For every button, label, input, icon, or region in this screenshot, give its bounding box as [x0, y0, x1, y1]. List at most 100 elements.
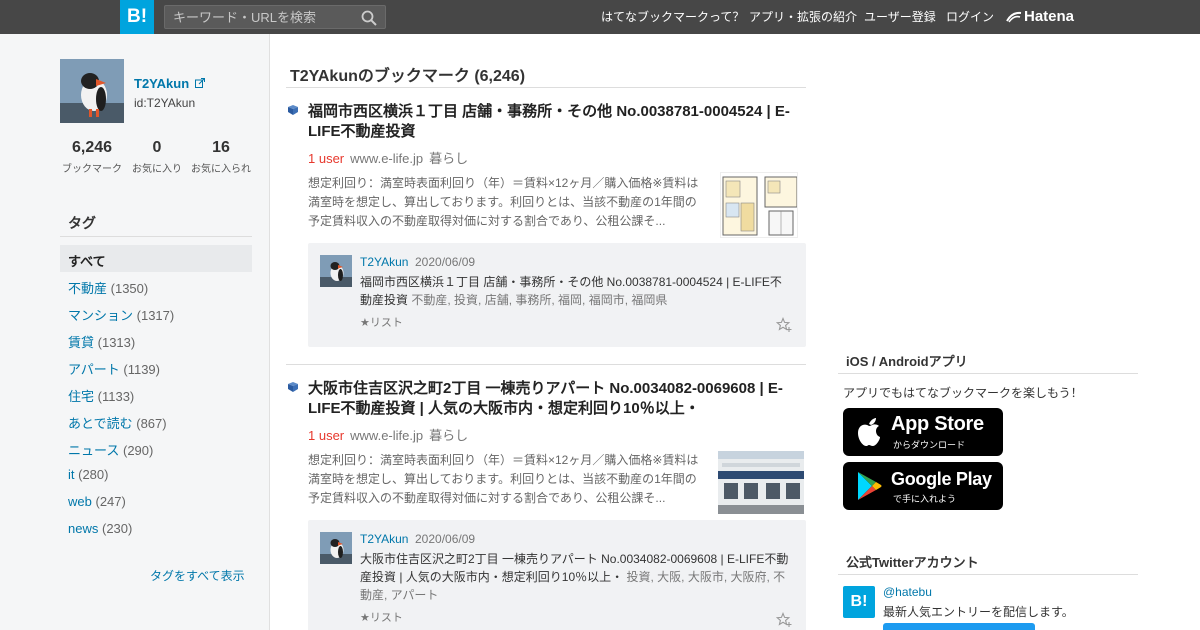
hatebu-logo[interactable]: B!	[843, 586, 875, 618]
tag-name: アパート	[68, 362, 120, 377]
search-input[interactable]	[165, 6, 355, 28]
tag-item[interactable]: マンション (1317)	[68, 305, 174, 324]
comment-date[interactable]: 2020/06/09	[415, 532, 475, 546]
left-sidebar: T2YAkun id:T2YAkun 6,246 ブックマーク 0 お気に入り …	[0, 34, 270, 630]
tag-item[interactable]: news (230)	[68, 521, 132, 536]
search-icon[interactable]	[361, 10, 377, 26]
entry-users[interactable]: 1 user	[308, 151, 344, 166]
nav-login[interactable]: ログイン	[946, 0, 994, 34]
hatena-swoosh-icon	[1006, 11, 1022, 23]
tag-count: (280)	[78, 467, 109, 482]
comment-user[interactable]: T2YAkun	[360, 532, 408, 546]
twitter-divider	[838, 574, 1138, 575]
puffin-avatar-icon	[60, 59, 124, 123]
stat-bookmarks[interactable]: 6,246 ブックマーク	[57, 139, 127, 175]
apple-icon	[858, 418, 880, 446]
external-link-icon	[194, 78, 205, 88]
tag-item[interactable]: あとで読む (867)	[68, 413, 167, 432]
site-favicon-icon	[288, 105, 298, 115]
comment-list-link[interactable]: ★リスト	[360, 609, 403, 625]
title-divider	[286, 87, 806, 88]
tag-count: (1133)	[97, 389, 135, 404]
nav-about[interactable]: はてなブックマークって？	[601, 0, 744, 34]
entry-thumbnail[interactable]	[720, 172, 798, 238]
profile-avatar[interactable]	[60, 59, 124, 123]
entry-title[interactable]: 福岡市西区横浜１丁目 店舗・事務所・その他 No.0038781-0004524…	[308, 102, 798, 142]
entry-divider	[286, 364, 806, 365]
stat-followers-label: お気に入られ	[191, 164, 251, 175]
tag-name: news	[68, 521, 99, 536]
entry-domain[interactable]: www.e-life.jp	[350, 151, 423, 166]
apps-divider	[838, 373, 1138, 374]
tag-name: マンション	[68, 308, 134, 323]
entry-description: 想定利回り：満室時表面利回り（年）＝賃料×12ヶ月／購入価格※賃料は満室時を想定…	[308, 453, 699, 505]
tag-item[interactable]: ニュース (290)	[68, 440, 153, 459]
stat-bookmarks-num: 6,246	[71, 139, 113, 156]
entry-description: 想定利回り：満室時表面利回り（年）＝賃料×12ヶ月／購入価格※賃料は満室時を想定…	[308, 176, 699, 228]
nav-apps[interactable]: アプリ・拡張の紹介	[749, 0, 857, 34]
tag-name: 賃貸	[68, 335, 95, 350]
nav-register[interactable]: ユーザー登録	[864, 0, 936, 34]
page-title: T2YAkunのブックマーク (6,246)	[290, 68, 526, 85]
tag-all[interactable]: すべて	[60, 245, 252, 272]
google-play-title: Google Play	[891, 469, 992, 489]
comment-user[interactable]: T2YAkun	[360, 255, 408, 269]
tag-count: (230)	[101, 521, 133, 536]
profile-id: id:T2YAkun	[134, 96, 196, 110]
tag-item[interactable]: web (247)	[68, 494, 126, 509]
apps-text: アプリでもはてなブックマークを楽しもう！	[843, 386, 1083, 400]
stat-bookmarks-label: ブックマーク	[62, 164, 122, 175]
stat-followers[interactable]: 16 お気に入られ	[186, 139, 256, 175]
entry-domain[interactable]: www.e-life.jp	[350, 428, 423, 443]
entry-meta: 1 user www.e-life.jp 暮らし	[308, 425, 468, 444]
tag-item[interactable]: アパート (1139)	[68, 359, 160, 378]
entry-thumbnail[interactable]	[718, 451, 804, 514]
search-box	[164, 5, 386, 29]
comment-list-link[interactable]: ★リスト	[360, 314, 403, 330]
tag-name: 住宅	[68, 389, 95, 404]
comment-tags[interactable]: 不動産, 投資, 店舗, 事務所, 福岡, 福岡市, 福岡県	[411, 293, 667, 307]
entry-category[interactable]: 暮らし	[429, 428, 468, 443]
twitter-handle[interactable]: @hatebu	[883, 585, 932, 599]
entry-users[interactable]: 1 user	[308, 428, 344, 443]
hatena-brand[interactable]: Hatena	[1006, 0, 1074, 34]
add-star-icon[interactable]	[776, 317, 792, 333]
apartment-photo-thumbnail-icon	[718, 451, 804, 514]
tag-item[interactable]: 不動産 (1350)	[68, 278, 148, 297]
google-play-button[interactable]: Google Play で手に入れよう	[843, 462, 1003, 510]
comment-text: 大阪市住吉区沢之町2丁目 一棟売りアパート No.0034082-0069608…	[360, 550, 790, 604]
hatena-brand-text: Hatena	[1024, 8, 1075, 25]
twitter-description: 最新人気エントリーを配信します。	[883, 605, 1074, 619]
tag-count: (1350)	[110, 281, 149, 296]
show-all-tags-link[interactable]: タグをすべて表示	[150, 567, 245, 584]
bookmark-comment-box: T2YAkun 2020/06/09 大阪市住吉区沢之町2丁目 一棟売りアパート…	[308, 520, 806, 630]
profile-name-text: T2YAkun	[134, 76, 190, 91]
google-play-subtitle: で手に入れよう	[893, 494, 957, 504]
tag-name: it	[68, 467, 75, 482]
app-store-subtitle: からダウンロード	[893, 440, 966, 450]
twitter-follow-button[interactable]	[883, 623, 1035, 630]
comment-avatar[interactable]	[320, 255, 352, 287]
tag-item[interactable]: 賃貸 (1313)	[68, 332, 135, 351]
apps-heading: iOS / Androidアプリ	[846, 354, 968, 369]
puffin-avatar-icon	[320, 532, 352, 564]
bookmark-comment-box: T2YAkun 2020/06/09 福岡市西区横浜１丁目 店舗・事務所・その他…	[308, 243, 806, 347]
profile-name[interactable]: T2YAkun	[134, 76, 205, 91]
tag-count: (247)	[95, 494, 126, 509]
tag-item[interactable]: 住宅 (1133)	[68, 386, 134, 405]
site-favicon-icon	[288, 382, 298, 392]
stat-favorites[interactable]: 0 お気に入り	[122, 139, 192, 175]
entry-title[interactable]: 大阪市住吉区沢之町2丁目 一棟売りアパート No.0034082-0069608…	[308, 379, 798, 419]
top-bar: B! はてなブックマークって？ アプリ・拡張の紹介 ユーザー登録 ログイン Ha…	[0, 0, 1200, 34]
add-star-icon[interactable]	[776, 612, 792, 628]
app-store-button[interactable]: App Store からダウンロード	[843, 408, 1003, 456]
comment-date[interactable]: 2020/06/09	[415, 255, 475, 269]
twitter-heading: 公式Twitterアカウント	[846, 555, 979, 570]
hatena-bookmark-logo[interactable]: B!	[120, 0, 154, 34]
entry-meta: 1 user www.e-life.jp 暮らし	[308, 148, 468, 167]
tag-name: 不動産	[68, 281, 108, 296]
tag-name: あとで読む	[68, 416, 133, 431]
entry-category[interactable]: 暮らし	[429, 151, 468, 166]
comment-avatar[interactable]	[320, 532, 352, 564]
tag-item[interactable]: it (280)	[68, 467, 108, 482]
